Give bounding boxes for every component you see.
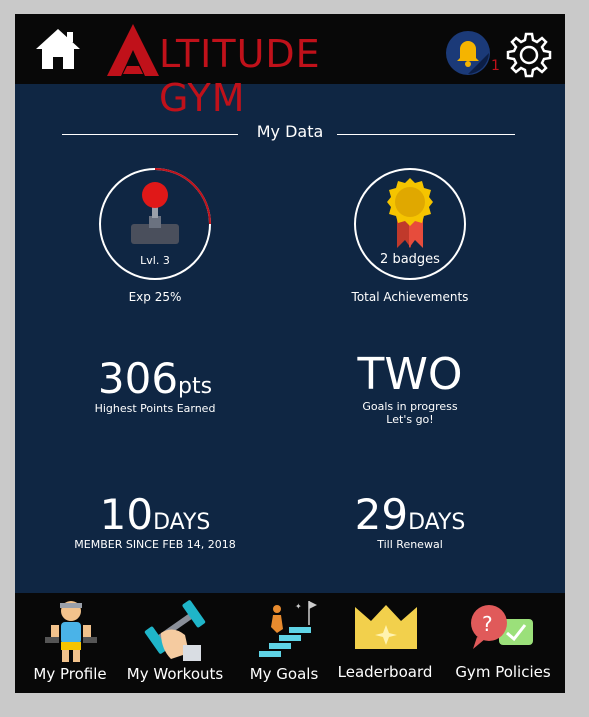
nav-label-leaderboard: Leaderboard — [337, 663, 433, 681]
points-caption: Highest Points Earned — [94, 402, 216, 415]
level-caption: Exp 25% — [128, 290, 182, 304]
goals-stairs-icon: ✦ — [259, 601, 317, 657]
points-stat: 306pts Highest Points Earned — [45, 354, 265, 416]
goals-line-2: Let's go! — [386, 413, 434, 426]
points-value: 306 — [97, 354, 179, 403]
renewal-caption: Till Renewal — [377, 538, 443, 551]
logo-mountain-icon — [107, 24, 159, 76]
svg-text:?: ? — [482, 612, 493, 636]
nav-label-my-workouts: My Workouts — [126, 665, 224, 683]
policies-chat-icon: ? — [471, 605, 533, 649]
svg-text:✦: ✦ — [295, 602, 302, 611]
home-icon[interactable] — [33, 26, 83, 72]
title-divider-right — [337, 134, 515, 135]
member-since-caption: MEMBER SINCE FEB 14, 2018 — [74, 538, 236, 551]
notification-bell-icon[interactable] — [445, 30, 491, 76]
app-logo: LTITUDE GYM — [105, 22, 415, 120]
nav-my-workouts[interactable]: My Workouts — [123, 593, 227, 693]
logo-text: LTITUDE GYM — [159, 32, 321, 120]
level-stat: Lvl. 3 — [99, 168, 211, 280]
bottom-nav: My Profile My Workouts ✦ My Goals Leader… — [15, 593, 565, 693]
goals-value: TWO — [357, 349, 463, 400]
nav-label-my-goals: My Goals — [249, 665, 319, 683]
nav-label-gym-policies: Gym Policies — [455, 663, 551, 681]
nav-label-my-profile: My Profile — [33, 665, 107, 683]
top-bar: LTITUDE GYM 1 — [15, 14, 565, 120]
nav-gym-policies[interactable]: ? Gym Policies — [451, 593, 555, 693]
goals-stat: TWO Goals in progress Let's go! — [300, 349, 520, 427]
badge-medal-icon — [387, 178, 433, 248]
notification-count: 1 — [491, 58, 500, 74]
level-label: Lvl. 3 — [140, 254, 170, 267]
settings-gear-icon[interactable] — [505, 30, 553, 78]
points-unit: pts — [178, 374, 213, 399]
member-days-value: 10 — [99, 490, 154, 539]
nav-my-goals[interactable]: ✦ My Goals — [239, 593, 329, 693]
renewal-stat: 29DAYS Till Renewal — [300, 490, 520, 552]
achievements-caption: Total Achievements — [351, 290, 469, 304]
member-stat: 10DAYS MEMBER SINCE FEB 14, 2018 — [45, 490, 265, 552]
nav-leaderboard[interactable]: Leaderboard — [335, 593, 435, 693]
dumbbell-icon — [144, 600, 206, 661]
joystick-icon — [131, 182, 179, 244]
app-window: LTITUDE GYM 1 My Data Lvl. 3 Exp 25% 2 b… — [15, 14, 565, 693]
achievements-stat: 2 badges — [354, 168, 466, 280]
renewal-days-unit: DAYS — [408, 510, 466, 535]
profile-icon — [45, 601, 97, 662]
achievements-label: 2 badges — [380, 252, 440, 267]
member-days-unit: DAYS — [153, 510, 211, 535]
section-title: My Data — [256, 122, 324, 141]
goals-line-1: Goals in progress — [362, 400, 458, 413]
crown-icon — [355, 605, 417, 649]
renewal-days-value: 29 — [354, 490, 409, 539]
nav-my-profile[interactable]: My Profile — [25, 593, 115, 693]
